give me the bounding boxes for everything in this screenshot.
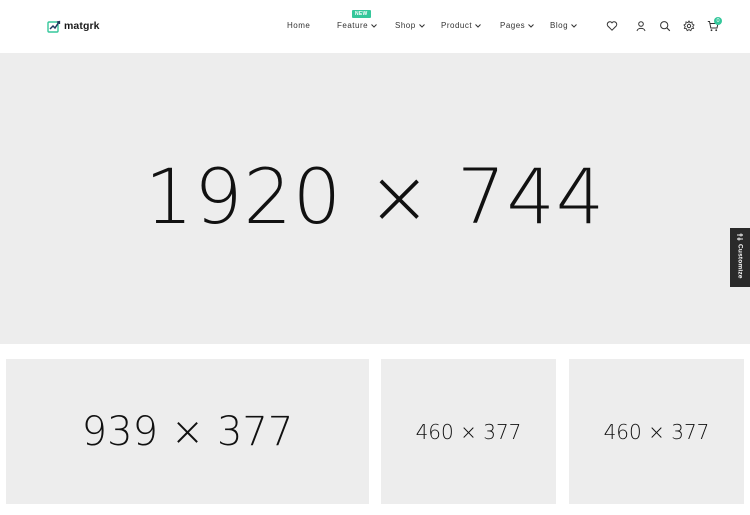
nav-item-label: Pages xyxy=(500,21,526,30)
cart-count-badge: 0 xyxy=(714,17,722,25)
chevron-down-icon xyxy=(475,23,481,28)
hero-placeholder-text: 1920 × 744 xyxy=(144,152,606,241)
chevron-down-icon xyxy=(371,23,377,28)
nav-item-feature[interactable]: Feature xyxy=(337,21,377,30)
promo-banner-small[interactable]: 460 × 377 xyxy=(381,359,556,504)
nav-item-label: Feature xyxy=(337,21,369,30)
search-icon[interactable] xyxy=(659,20,671,32)
nav-item-label: Product xyxy=(441,21,473,30)
gear-icon[interactable] xyxy=(683,20,695,32)
nav-item-blog[interactable]: Blog xyxy=(550,21,577,30)
banner-placeholder-text: 460 × 377 xyxy=(603,419,710,444)
hero-banner[interactable]: 1920 × 744 xyxy=(0,53,750,344)
user-icon[interactable] xyxy=(635,20,647,32)
chart-doc-icon xyxy=(47,20,61,33)
nav-item-label: Blog xyxy=(550,21,569,30)
promo-banner-small[interactable]: 460 × 377 xyxy=(569,359,744,504)
nav-item-product[interactable]: Product xyxy=(441,21,481,30)
brand-name: matgrk xyxy=(64,20,100,32)
chevron-down-icon xyxy=(528,23,535,28)
new-badge: NEW xyxy=(352,10,371,18)
site-header: matgrk NEW Home Feature Shop Product Pag… xyxy=(0,0,750,53)
nav-item-shop[interactable]: Shop xyxy=(395,21,425,30)
heart-icon[interactable] xyxy=(606,20,618,32)
chevron-down-icon xyxy=(418,23,425,28)
customize-label: Customize xyxy=(736,244,744,279)
sliders-icon xyxy=(737,233,743,241)
banner-placeholder-text: 460 × 377 xyxy=(415,419,522,444)
customize-button[interactable]: Customize xyxy=(730,228,750,287)
promo-banner-large[interactable]: 939 × 377 xyxy=(6,359,369,504)
nav-item-label: Shop xyxy=(395,21,416,30)
nav-item-label: Home xyxy=(287,21,311,30)
nav-item-home[interactable]: Home xyxy=(287,21,310,30)
chevron-down-icon xyxy=(571,23,577,28)
nav-item-pages[interactable]: Pages xyxy=(500,21,535,30)
brand-logo[interactable]: matgrk xyxy=(47,19,100,33)
banner-placeholder-text: 939 × 377 xyxy=(81,408,294,455)
